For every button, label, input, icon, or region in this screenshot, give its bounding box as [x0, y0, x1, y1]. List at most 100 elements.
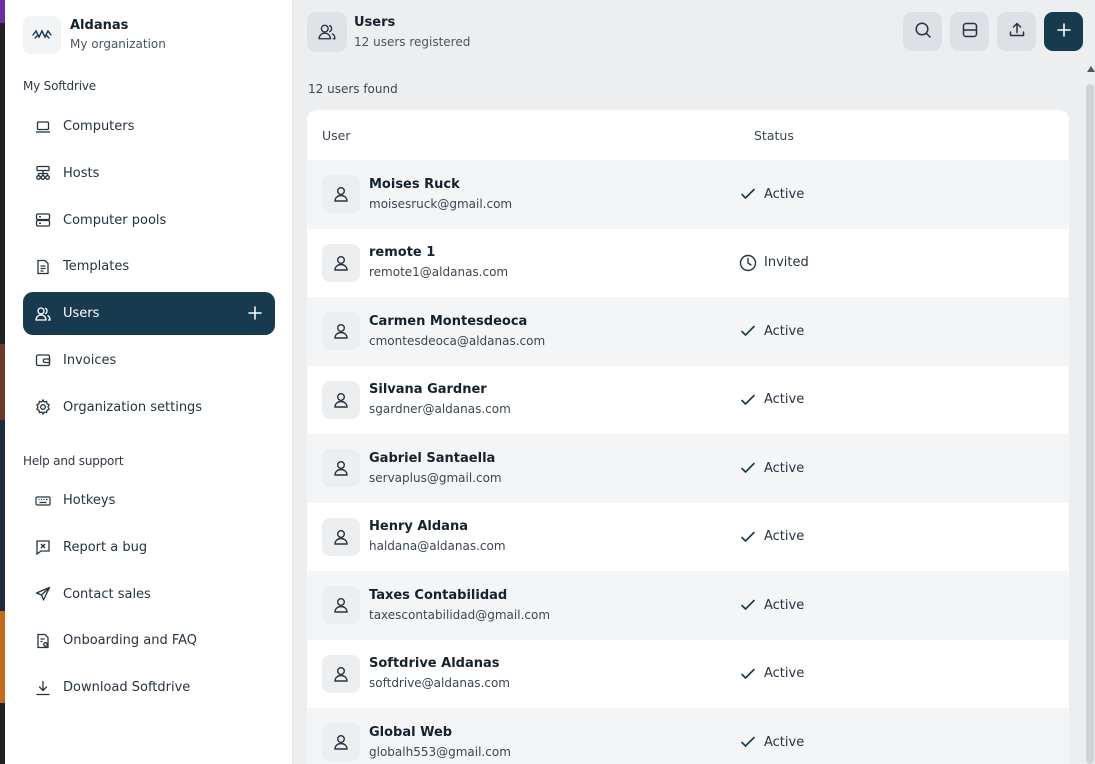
table-row[interactable]: remote 1 remote1@aldanas.com Invited	[307, 229, 1069, 298]
toolbar	[903, 12, 1083, 51]
user-email: cmontesdeoca@aldanas.com	[369, 333, 546, 348]
status-badge: Active	[739, 322, 804, 340]
table-row[interactable]: Softdrive Aldanas softdrive@aldanas.com A…	[307, 640, 1069, 709]
check-icon	[739, 391, 757, 409]
table-row[interactable]: Carmen Montesdeoca cmontesdeoca@aldanas.c…	[307, 297, 1069, 366]
status-badge: Active	[739, 391, 804, 409]
column-header-user[interactable]: User	[307, 128, 754, 143]
users-icon	[307, 12, 347, 52]
sidebar-item-label: Hosts	[63, 165, 100, 181]
sidebar-item-label: Computers	[63, 119, 135, 134]
user-avatar-icon	[322, 723, 360, 762]
users-table: User Status Moises Ruck moisesruck@gmail.…	[307, 110, 1069, 764]
table-row[interactable]: Moises Ruck moisesruck@gmail.com Active	[307, 160, 1069, 229]
user-name: Silvana Gardner	[369, 382, 487, 398]
status-badge: Active	[739, 459, 804, 477]
user-avatar-icon	[322, 517, 360, 556]
user-avatar-icon	[322, 175, 360, 214]
table-body: Moises Ruck moisesruck@gmail.com Active r…	[307, 160, 1069, 764]
check-icon	[739, 733, 757, 751]
main-content: Users 12 users registered 12 users found	[293, 0, 1095, 764]
laptop-icon	[35, 119, 51, 135]
sidebar-item-hosts[interactable]: Hosts	[23, 152, 275, 195]
user-name: remote 1	[369, 245, 436, 261]
sidebar-item-label: Users	[63, 306, 100, 322]
check-icon	[739, 185, 757, 203]
export-button[interactable]	[997, 12, 1036, 51]
keyboard-icon	[35, 493, 51, 509]
sidebar-item-report-bug[interactable]: Report a bug	[23, 526, 275, 569]
user-avatar-icon	[322, 312, 360, 351]
sidebar-item-label: Download Softdrive	[63, 680, 191, 696]
sidebar: Aldanas My organization My Softdrive Com…	[5, 0, 293, 764]
sidebar-item-label: Invoices	[63, 352, 117, 368]
user-avatar-icon	[322, 380, 360, 419]
table-header: User Status	[307, 110, 1069, 160]
user-email: globalh553@gmail.com	[369, 744, 511, 759]
sidebar-item-label: Report a bug	[63, 539, 148, 555]
table-row[interactable]: Taxes Contabilidad taxescontabilidad@gmai…	[307, 571, 1069, 640]
sidebar-item-organization-settings[interactable]: Organization settings	[23, 386, 275, 429]
check-icon	[739, 322, 757, 340]
user-name: Global Web	[369, 724, 453, 740]
user-email: sgardner@aldanas.com	[369, 402, 511, 417]
user-email: remote1@aldanas.com	[369, 265, 509, 280]
help-nav: Hotkeys Report a bug Contact sales Onboa…	[23, 479, 275, 713]
sidebar-item-download[interactable]: Download Softdrive	[23, 666, 275, 709]
add-user-button[interactable]	[1044, 12, 1083, 51]
status-badge: Invited	[739, 254, 809, 272]
page-title: Users	[354, 14, 396, 30]
server-icon	[35, 212, 51, 228]
organization-switcher[interactable]: Aldanas My organization	[23, 16, 166, 54]
check-icon	[739, 665, 757, 683]
check-icon	[739, 528, 757, 546]
section-label-my-softdrive: My Softdrive	[23, 79, 96, 93]
clock-icon	[739, 254, 757, 272]
add-user-plus-icon[interactable]	[247, 305, 263, 321]
sidebar-item-users[interactable]: Users	[23, 292, 275, 336]
sidebar-item-label: Templates	[63, 259, 130, 275]
user-avatar-icon	[322, 586, 360, 625]
upload-icon	[1008, 21, 1026, 43]
user-avatar-icon	[322, 243, 360, 282]
organization-logo-icon	[23, 16, 61, 54]
user-name: Henry Aldana	[369, 519, 468, 535]
user-email: taxescontabilidad@gmail.com	[369, 607, 551, 622]
user-avatar-icon	[322, 449, 360, 488]
table-row[interactable]: Henry Aldana haldana@aldanas.com Active	[307, 503, 1069, 572]
status-label: Active	[764, 734, 805, 750]
layout-toggle-button[interactable]	[950, 12, 989, 51]
table-row[interactable]: Silvana Gardner sgardner@aldanas.com Acti…	[307, 366, 1069, 435]
user-avatar-icon	[322, 654, 360, 693]
users-icon	[35, 306, 51, 322]
status-label: Active	[764, 323, 805, 339]
column-header-status[interactable]: Status	[754, 128, 794, 143]
sidebar-item-templates[interactable]: Templates	[23, 245, 275, 288]
plus-icon	[1056, 22, 1072, 42]
sidebar-item-hotkeys[interactable]: Hotkeys	[23, 479, 275, 522]
sidebar-item-onboarding-faq[interactable]: Onboarding and FAQ	[23, 619, 275, 662]
sidebar-item-contact-sales[interactable]: Contact sales	[23, 573, 275, 616]
search-icon	[914, 21, 932, 43]
download-icon	[35, 680, 51, 696]
search-button[interactable]	[903, 12, 942, 51]
sidebar-item-computer-pools[interactable]: Computer pools	[23, 199, 275, 242]
sidebar-item-label: Organization settings	[63, 399, 203, 415]
scroll-up-arrow-icon[interactable]	[1087, 66, 1095, 72]
status-label: Active	[764, 597, 805, 613]
scroll-thumb[interactable]	[1086, 84, 1094, 764]
sidebar-item-computers[interactable]: Computers	[23, 105, 275, 148]
sidebar-item-invoices[interactable]: Invoices	[23, 339, 275, 382]
faq-icon	[35, 633, 51, 649]
user-name: Carmen Montesdeoca	[369, 313, 528, 329]
sidebar-item-label: Contact sales	[63, 586, 151, 602]
table-row[interactable]: Gabriel Santaella servaplus@gmail.com Act…	[307, 434, 1069, 503]
table-row[interactable]: Global Web globalh553@gmail.com Active	[307, 708, 1069, 764]
organization-subtitle: My organization	[70, 37, 166, 51]
sidebar-item-label: Computer pools	[63, 212, 167, 228]
scrollbar[interactable]	[1085, 66, 1095, 764]
status-label: Invited	[764, 255, 809, 271]
page-header: Users 12 users registered	[307, 12, 470, 52]
status-badge: Active	[739, 596, 804, 614]
user-email: haldana@aldanas.com	[369, 539, 506, 554]
